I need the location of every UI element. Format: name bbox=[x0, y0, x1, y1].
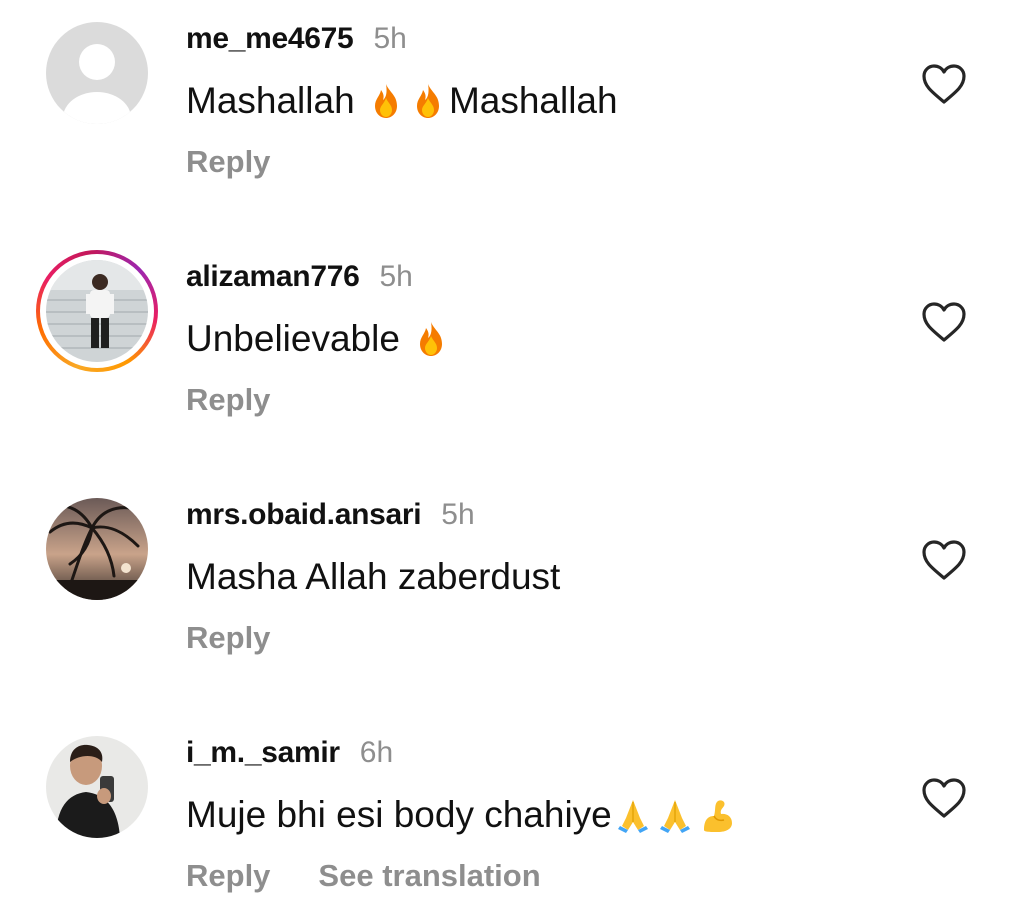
comment-text-part: Mashallah bbox=[448, 80, 618, 121]
comment-time: 6h bbox=[359, 736, 394, 769]
comment-meta: mrs.obaid.ansari 5h bbox=[186, 498, 475, 534]
avatar[interactable] bbox=[46, 498, 148, 600]
comment-item: me_me4675 5h Mashallah Mashallah Reply bbox=[0, 0, 1024, 200]
user-photo-icon bbox=[46, 736, 148, 838]
fire-emoji-icon bbox=[416, 84, 439, 118]
comment-actions: Reply bbox=[186, 382, 270, 418]
palm-tree-photo-icon bbox=[46, 498, 148, 600]
comment-text: Masha Allah zaberdust bbox=[186, 556, 560, 598]
comment-item: i_m._samir 6h Muje bhi esi body chahiye … bbox=[0, 714, 1024, 914]
comments-list: me_me4675 5h Mashallah Mashallah Reply a… bbox=[0, 0, 1024, 912]
avatar bbox=[46, 260, 148, 362]
user-photo-icon bbox=[46, 260, 148, 362]
reply-button[interactable]: Reply bbox=[186, 144, 270, 180]
reply-button[interactable]: Reply bbox=[186, 382, 270, 418]
comment-meta: alizaman776 5h bbox=[186, 260, 413, 296]
comment-text-part: Unbelievable bbox=[186, 318, 411, 359]
heart-outline-icon[interactable] bbox=[920, 538, 968, 582]
fire-emoji-icon bbox=[420, 322, 443, 356]
comment-username[interactable]: mrs.obaid.ansari bbox=[186, 498, 422, 532]
heart-outline-icon[interactable] bbox=[920, 300, 968, 344]
story-ring[interactable] bbox=[36, 250, 158, 372]
comment-meta: i_m._samir 6h bbox=[186, 736, 393, 772]
fire-emoji-icon bbox=[374, 84, 397, 118]
heart-outline-icon[interactable] bbox=[920, 62, 968, 106]
comment-time: 5h bbox=[379, 260, 413, 293]
comment-time: 5h bbox=[441, 498, 475, 531]
see-translation-button[interactable]: See translation bbox=[318, 858, 540, 894]
default-avatar-icon bbox=[46, 22, 148, 124]
comment-actions: Reply bbox=[186, 620, 270, 656]
reply-button[interactable]: Reply bbox=[186, 620, 270, 656]
comment-text: Unbelievable bbox=[186, 318, 452, 360]
folded-hands-emoji-icon bbox=[659, 800, 690, 833]
comment-text: Muje bhi esi body chahiye bbox=[186, 794, 738, 836]
comment-text-part: Mashallah bbox=[186, 80, 365, 121]
folded-hands-emoji-icon bbox=[617, 800, 648, 833]
comment-actions: Reply See translation bbox=[186, 858, 541, 894]
comment-item: alizaman776 5h Unbelievable Reply bbox=[0, 238, 1024, 438]
comment-text-part: Muje bhi esi body chahiye bbox=[186, 794, 612, 835]
comment-meta: me_me4675 5h bbox=[186, 22, 407, 58]
avatar-default[interactable] bbox=[46, 22, 148, 124]
avatar[interactable] bbox=[46, 736, 148, 838]
comment-username[interactable]: me_me4675 bbox=[186, 22, 354, 56]
heart-outline-icon[interactable] bbox=[920, 776, 968, 820]
comment-username[interactable]: alizaman776 bbox=[186, 260, 360, 294]
comment-text: Mashallah Mashallah bbox=[186, 80, 618, 122]
comment-username[interactable]: i_m._samir bbox=[186, 736, 340, 770]
comment-actions: Reply bbox=[186, 144, 270, 180]
flexed-biceps-emoji-icon bbox=[703, 800, 732, 832]
reply-button[interactable]: Reply bbox=[186, 858, 270, 894]
comment-item: mrs.obaid.ansari 5h Masha Allah zaberdus… bbox=[0, 476, 1024, 676]
comment-text-part: Masha Allah zaberdust bbox=[186, 556, 561, 597]
comment-time: 5h bbox=[373, 22, 407, 55]
